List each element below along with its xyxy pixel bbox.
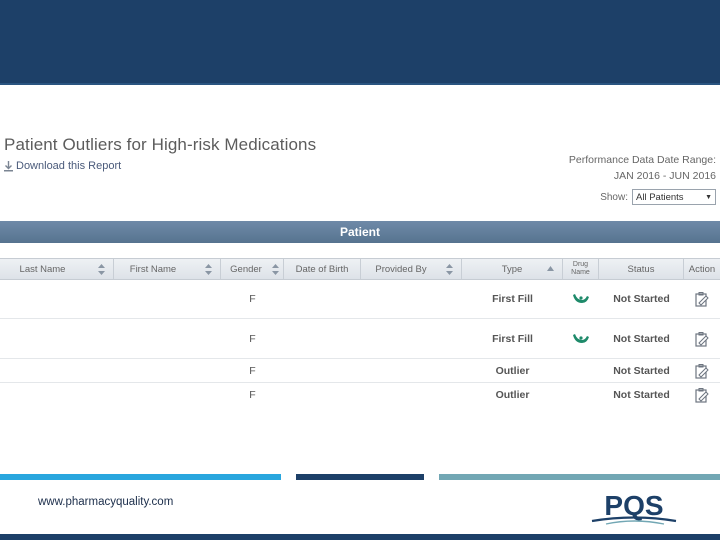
column-date-of-birth[interactable]: Date of Birth bbox=[284, 259, 361, 279]
type-cell: Outlier bbox=[495, 364, 530, 377]
column-status[interactable]: Status bbox=[599, 259, 684, 279]
chevron-down-icon: ▼ bbox=[705, 193, 712, 201]
gender-cell: F bbox=[249, 293, 256, 305]
footer-stripe-navy bbox=[296, 474, 424, 480]
download-label: Download this Report bbox=[16, 160, 122, 172]
download-report-link[interactable]: Download this Report bbox=[4, 160, 121, 172]
report-title: Patient Outliers for High-risk Medicatio… bbox=[4, 135, 317, 154]
footer-stripe-blue bbox=[0, 474, 281, 480]
sort-icon bbox=[446, 264, 453, 275]
status-cell: Not Started bbox=[613, 333, 670, 345]
svg-text:PQS: PQS bbox=[604, 490, 663, 521]
show-select[interactable]: All Patients ▼ bbox=[632, 189, 716, 205]
column-drug-name[interactable]: Drug Name bbox=[563, 259, 599, 279]
edit-icon[interactable] bbox=[695, 387, 709, 403]
status-cell: Not Started bbox=[613, 389, 670, 401]
type-cell: First Fill bbox=[492, 333, 533, 345]
pqs-logo: PQS bbox=[588, 486, 680, 526]
top-banner bbox=[0, 0, 720, 85]
bottom-band bbox=[0, 534, 720, 540]
status-cell: Not Started bbox=[613, 364, 670, 377]
column-type[interactable]: Type bbox=[462, 259, 563, 279]
table-row[interactable]: F First Fill Not Started bbox=[0, 280, 720, 319]
column-last-name[interactable]: Last Name bbox=[0, 259, 114, 279]
edit-icon[interactable] bbox=[695, 331, 709, 347]
show-filter: Show: All Patients ▼ bbox=[600, 189, 716, 205]
type-cell: Outlier bbox=[495, 389, 530, 401]
pill-icon bbox=[572, 333, 590, 345]
pill-icon bbox=[572, 293, 590, 305]
date-range-value: JAN 2016 - JUN 2016 bbox=[613, 170, 716, 182]
show-selected-value: All Patients bbox=[636, 191, 684, 203]
status-cell: Not Started bbox=[613, 293, 670, 305]
edit-icon[interactable] bbox=[695, 291, 709, 307]
column-action: Action bbox=[688, 263, 716, 275]
footer-stripe-teal bbox=[439, 474, 720, 480]
sort-icon bbox=[272, 264, 279, 275]
table-header: Last Name First Name Gender Date of Birt… bbox=[0, 258, 720, 280]
table-row[interactable]: F Outlier Not Started bbox=[0, 359, 720, 383]
date-range-label: Performance Data Date Range: bbox=[568, 154, 716, 166]
column-first-name[interactable]: First Name bbox=[114, 259, 221, 279]
gender-cell: F bbox=[249, 389, 256, 401]
download-icon bbox=[4, 160, 13, 172]
table-row[interactable]: F First Fill Not Started bbox=[0, 320, 720, 359]
show-label: Show: bbox=[600, 191, 628, 203]
table-row[interactable]: F Outlier Not Started bbox=[0, 383, 720, 407]
gender-cell: F bbox=[249, 333, 256, 345]
patient-group-header: Patient bbox=[0, 221, 720, 243]
column-gender[interactable]: Gender bbox=[221, 259, 284, 279]
footer-url: www.pharmacyquality.com bbox=[38, 496, 174, 508]
sort-icon bbox=[205, 264, 212, 275]
gender-cell: F bbox=[249, 364, 256, 377]
sort-up-icon bbox=[547, 263, 554, 274]
type-cell: First Fill bbox=[492, 293, 533, 305]
sort-icon bbox=[98, 264, 105, 275]
edit-icon[interactable] bbox=[695, 363, 709, 379]
column-provided-by[interactable]: Provided By bbox=[361, 259, 462, 279]
